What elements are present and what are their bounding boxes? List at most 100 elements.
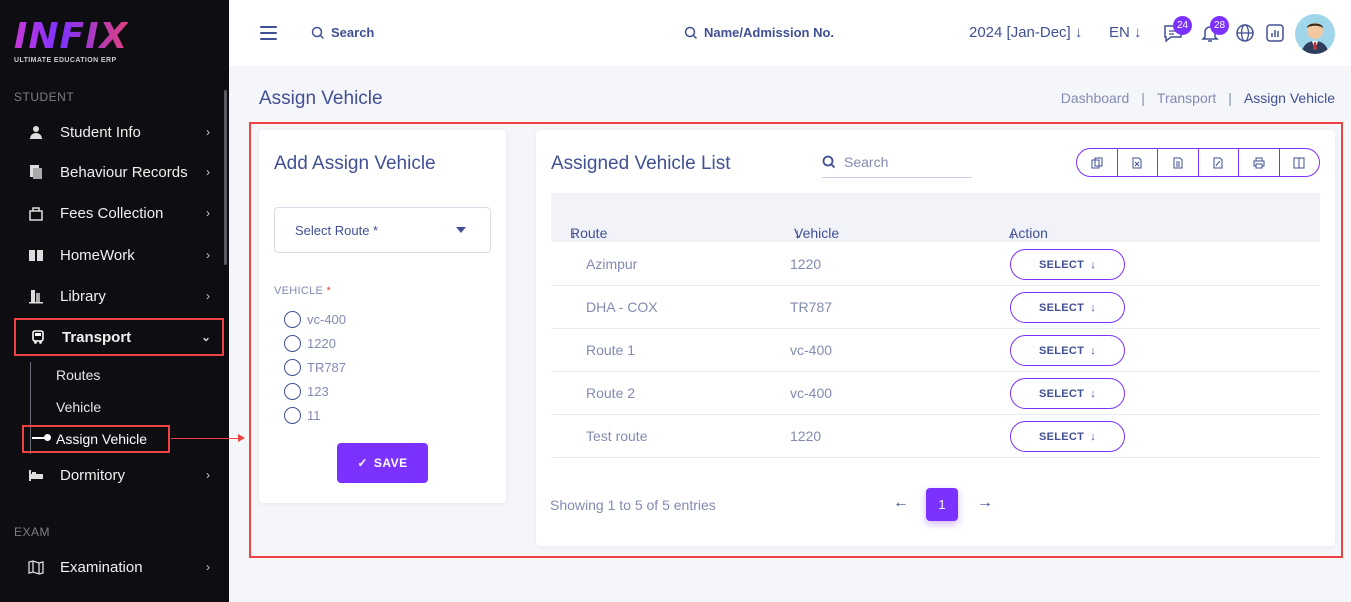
globe-icon — [1236, 24, 1254, 42]
vehicle-radio[interactable]: 11 — [284, 407, 321, 424]
sidebar-subitem-routes[interactable]: Routes — [56, 367, 100, 383]
csv-button[interactable] — [1158, 149, 1199, 176]
select-label: SELECT — [1038, 344, 1085, 357]
route-cell: Route 2 — [586, 385, 636, 401]
save-button-label: SAVE — [373, 456, 408, 470]
list-title: Assigned Vehicle List — [551, 153, 731, 174]
save-button[interactable]: ✓ SAVE — [337, 443, 428, 483]
route-cell: Route 1 — [586, 342, 636, 358]
radio-icon — [284, 383, 301, 400]
column-header-label: Vehicle — [794, 225, 840, 241]
vehicle-radio-label: vc-400 — [307, 312, 347, 327]
vehicle-cell: vc-400 — [790, 342, 833, 358]
select-action-button[interactable]: SELECT ↓ — [1010, 421, 1125, 452]
student-search[interactable]: Name/Admission No. — [684, 25, 834, 40]
breadcrumb-separator: | — [1228, 90, 1232, 106]
vehicle-cell: TR787 — [790, 299, 833, 315]
bed-icon — [26, 467, 46, 483]
library-icon — [26, 288, 46, 304]
check-icon: ✓ — [357, 456, 368, 470]
select-label: SELECT — [1038, 430, 1085, 443]
logo-text: INFIX — [14, 16, 129, 57]
notifications-button[interactable]: 28 — [1199, 16, 1229, 44]
column-header-label: Route — [570, 225, 608, 241]
assigned-vehicle-list-card: Assigned Vehicle List Search ↓ Route ↓ Ve… — [536, 130, 1335, 546]
route-cell: Azimpur — [586, 256, 638, 272]
reports-button[interactable] — [1264, 22, 1286, 44]
route-cell: Test route — [586, 428, 648, 444]
sidebar-item-student-info[interactable]: Student Info › — [14, 113, 224, 151]
map-icon — [26, 559, 46, 575]
sidebar-item-transport[interactable]: Transport ⌄ — [14, 318, 224, 356]
columns-button[interactable] — [1280, 149, 1320, 176]
sidebar-item-behaviour-records[interactable]: Behaviour Records › — [14, 153, 224, 191]
next-page-arrow-icon[interactable]: → — [977, 494, 993, 512]
arrow-down-icon: ↓ — [1074, 24, 1083, 41]
messages-badge: 24 — [1173, 16, 1192, 35]
academic-year-select[interactable]: 2024 [Jan-Dec] ↓ — [969, 24, 1082, 41]
logo[interactable]: INFIX ULTIMATE EDUCATION ERP — [14, 16, 129, 65]
sidebar-item-homework[interactable]: HomeWork › — [14, 236, 224, 274]
prev-page-arrow-icon[interactable]: ← — [893, 494, 909, 512]
breadcrumb-current: Assign Vehicle — [1243, 90, 1335, 106]
chevron-right-icon: › — [206, 125, 210, 139]
chevron-right-icon: › — [206, 248, 210, 262]
arrow-down-icon: ↓ — [1090, 344, 1096, 357]
arrow-down-icon: ↓ — [1090, 430, 1096, 443]
sidebar-subitem-assign-vehicle[interactable]: Assign Vehicle — [56, 431, 147, 447]
file-icon — [1173, 157, 1183, 168]
sidebar-scrollbar[interactable] — [224, 90, 227, 265]
excel-button[interactable] — [1118, 149, 1158, 176]
list-search-input[interactable]: Search — [822, 146, 972, 178]
sidebar-subitem-vehicle[interactable]: Vehicle — [56, 399, 101, 415]
vehicle-cell: vc-400 — [790, 385, 833, 401]
records-icon — [26, 164, 46, 180]
columns-icon — [1293, 157, 1305, 168]
vehicle-radio[interactable]: 1220 — [284, 335, 336, 352]
radio-icon — [284, 335, 301, 352]
form-title: Add Assign Vehicle — [274, 153, 436, 174]
global-search[interactable]: Search — [311, 25, 374, 40]
page-number-button[interactable]: 1 — [926, 488, 958, 521]
student-search-label: Name/Admission No. — [704, 25, 835, 40]
list-search-placeholder: Search — [844, 153, 889, 170]
vehicle-radio[interactable]: TR787 — [284, 359, 346, 376]
select-action-button[interactable]: SELECT ↓ — [1010, 249, 1125, 280]
arrow-down-icon: ↓ — [1134, 24, 1142, 41]
menu-toggle-icon[interactable] — [260, 26, 277, 44]
copy-icon — [1091, 157, 1103, 168]
website-button[interactable] — [1234, 22, 1256, 44]
select-label: SELECT — [1038, 301, 1085, 314]
breadcrumb-dashboard[interactable]: Dashboard — [1061, 90, 1130, 106]
vehicle-radio[interactable]: 123 — [284, 383, 329, 400]
sidebar-item-fees-collection[interactable]: Fees Collection › — [14, 194, 224, 232]
notifications-badge: 28 — [1210, 16, 1229, 35]
select-action-button[interactable]: SELECT ↓ — [1010, 292, 1125, 323]
language-value: EN — [1109, 24, 1130, 41]
language-select[interactable]: EN ↓ — [1109, 24, 1142, 41]
print-button[interactable] — [1239, 149, 1280, 176]
table-row: Azimpur 1220 SELECT ↓ — [551, 243, 1320, 286]
sidebar-item-library[interactable]: Library › — [14, 277, 224, 315]
academic-year-value: 2024 [Jan-Dec] — [969, 24, 1071, 41]
avatar[interactable] — [1295, 14, 1335, 54]
pdf-button[interactable] — [1199, 149, 1239, 176]
copy-button[interactable] — [1077, 149, 1118, 176]
chart-icon — [1266, 24, 1284, 42]
active-indicator-icon — [32, 434, 51, 441]
select-action-button[interactable]: SELECT ↓ — [1010, 378, 1125, 409]
sidebar-item-dormitory[interactable]: Dormitory › — [14, 456, 224, 494]
arrow-head-icon — [238, 434, 245, 442]
select-action-button[interactable]: SELECT ↓ — [1010, 335, 1125, 366]
route-select[interactable]: Select Route * — [274, 207, 491, 253]
route-cell: DHA - COX — [586, 299, 658, 315]
vehicle-radio[interactable]: vc-400 — [284, 311, 346, 328]
global-search-label: Search — [331, 25, 375, 40]
vehicle-radio-label: 11 — [307, 408, 321, 423]
export-buttons — [1076, 148, 1320, 177]
sidebar-item-examination[interactable]: Examination › — [14, 548, 224, 586]
breadcrumb-transport[interactable]: Transport — [1157, 90, 1216, 106]
messages-button[interactable]: 24 — [1162, 16, 1192, 44]
required-mark: * — [326, 285, 332, 297]
sidebar-item-label: Dormitory — [60, 466, 126, 484]
